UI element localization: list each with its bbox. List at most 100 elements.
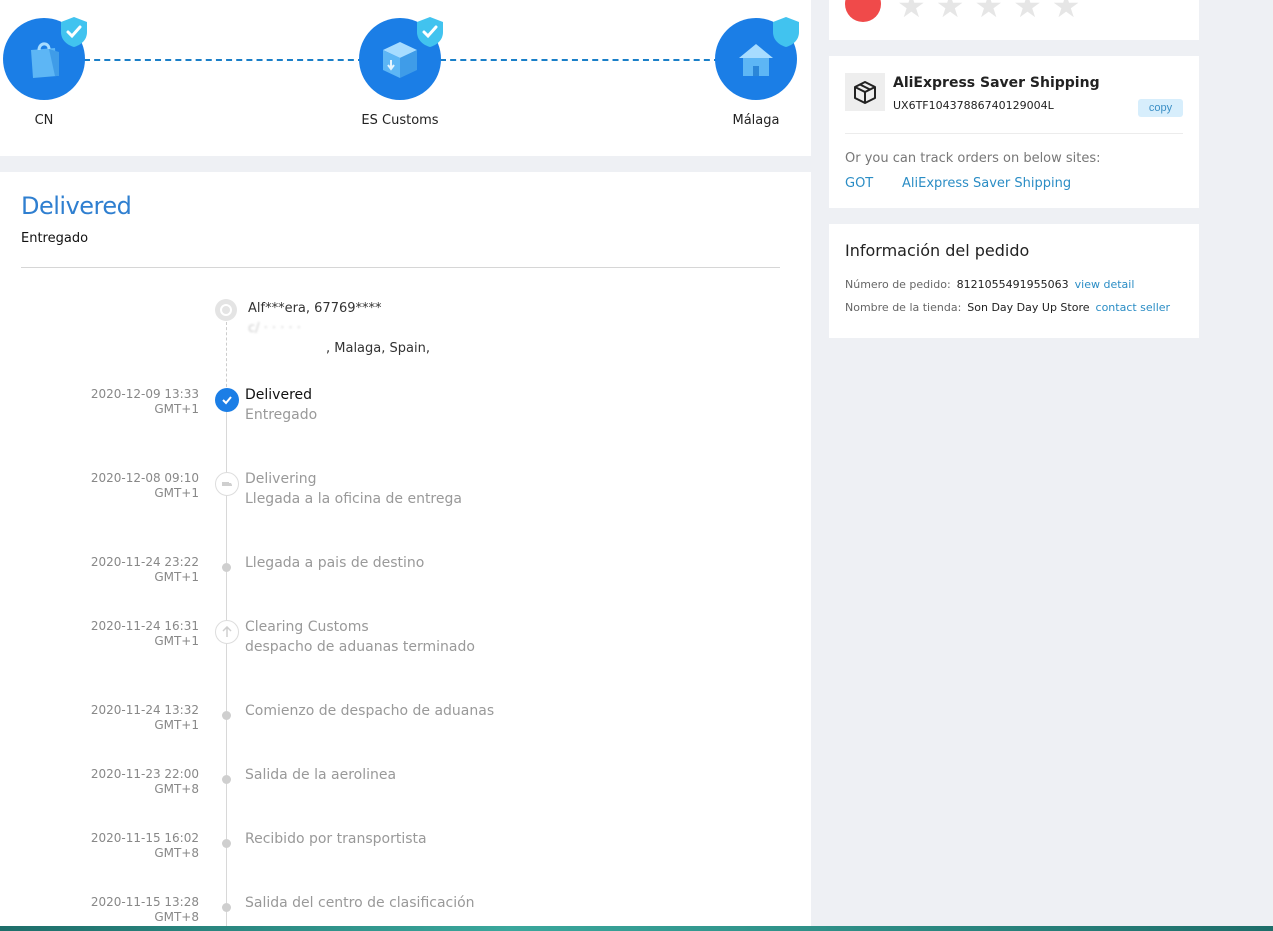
event-date: 2020-12-08 09:10 [90,471,199,485]
tracking-number: UX6TF10437886740129004L [893,99,1054,112]
event-date: 2020-11-23 22:00 [90,767,199,781]
timeline-dot [222,839,231,848]
divider [845,133,1183,134]
star-rating[interactable]: ★ ★ ★ ★ ★ [897,0,1081,22]
event-time: 2020-11-15 13:28 GMT+8 [91,895,199,925]
event-status: Comienzo de despacho de aduanas [245,703,495,719]
delivery-address: Alf***era, 67769**** c/ · · · · · , Mala… [248,299,430,359]
event-date: 2020-11-15 16:02 [90,831,199,845]
stage-origin: CN [0,17,114,128]
store-name: Son Day Day Up Store [967,301,1090,314]
shield-check-icon [61,17,87,47]
event-date: 2020-12-09 13:33 [90,387,199,401]
store-label: Nombre de la tienda: [845,301,962,314]
copy-button[interactable]: copy [1138,99,1183,117]
event-description: Recibido por transportista [245,829,427,849]
track-sites-note: Or you can track orders on below sites: [845,151,1101,166]
event-detail: Llegada a la oficina de entrega [245,491,462,507]
event-date: 2020-11-24 16:31 [90,619,199,633]
event-status: Recibido por transportista [245,831,427,847]
order-info-card: Información del pedido Número de pedido:… [829,224,1199,338]
tracking-timeline: Delivered Entregado Alf***era, 67769****… [0,172,811,931]
star-icon[interactable]: ★ [1013,0,1042,22]
shipment-stages: CN ES Customs Málaga [0,0,811,156]
event-timezone: GMT+1 [154,402,199,416]
location-pin-icon [215,299,237,321]
event-status: Salida de la aerolinea [245,767,397,783]
event-timezone: GMT+1 [154,570,199,584]
timeline-event: 2020-12-09 13:33 GMT+1 Delivered Entrega… [0,385,811,435]
timeline-event: 2020-11-23 22:00 GMT+8 Salida de la aero… [0,765,811,815]
timeline-event: 2020-11-24 16:31 GMT+1 Clearing Customs … [0,617,811,667]
order-number-row: Número de pedido: 8121055491955063 view de… [845,278,1134,291]
event-description: Delivering Llegada a la oficina de entre… [245,469,462,509]
stage-label: Málaga [732,113,780,128]
timeline-dot [222,563,231,572]
timeline-event: 2020-11-24 13:32 GMT+1 Comienzo de despa… [0,701,811,751]
event-time: 2020-11-24 16:31 GMT+1 [91,619,199,649]
address-line: c/ · · · · · [248,321,301,336]
event-description: Clearing Customs despacho de aduanas ter… [245,617,475,657]
order-info-title: Información del pedido [845,241,1030,260]
star-icon[interactable]: ★ [897,0,926,22]
event-description: Salida del centro de clasificación [245,893,475,913]
bottom-strip [0,926,1273,931]
star-icon[interactable]: ★ [974,0,1003,22]
store-row: Nombre de la tienda: Son Day Day Up Store… [845,301,1170,314]
event-description: Delivered Entregado [245,385,317,425]
event-date: 2020-11-24 13:32 [90,703,199,717]
event-status: Clearing Customs [245,619,369,635]
event-date: 2020-11-24 23:22 [90,555,199,569]
timeline-event: 2020-11-24 23:22 GMT+1 Llegada a pais de… [0,553,811,603]
check-icon [215,388,239,412]
timeline-event: 2020-12-08 09:10 GMT+1 Delivering Llegad… [0,469,811,519]
stage-circle [3,17,87,100]
timeline-dot [222,711,231,720]
address-line: Alf***era, 67769**** [248,301,382,316]
event-time: 2020-11-23 22:00 GMT+8 [91,767,199,797]
event-detail: despacho de aduanas terminado [245,639,475,655]
event-status: Llegada a pais de destino [245,555,425,571]
event-description: Comienzo de despacho de aduanas [245,701,494,721]
event-time: 2020-12-09 13:33 GMT+1 [91,387,199,417]
view-detail-link[interactable]: view detail [1075,278,1135,291]
stage-label: ES Customs [361,113,439,128]
order-number-label: Número de pedido: [845,278,951,291]
timeline-dot [222,903,231,912]
event-timezone: GMT+8 [154,910,199,924]
event-timezone: GMT+1 [154,634,199,648]
track-link-aliexpress[interactable]: AliExpress Saver Shipping [902,176,1071,191]
shipping-card: AliExpress Saver Shipping UX6TF104378867… [829,56,1199,208]
event-description: Llegada a pais de destino [245,553,424,573]
track-link-got[interactable]: GOT [845,176,873,191]
stage-connector [440,59,720,61]
stage-label: CN [34,113,54,128]
event-time: 2020-11-24 23:22 GMT+1 [91,555,199,585]
stage-circle [715,17,799,100]
timeline-dot [222,775,231,784]
rating-card: ★ ★ ★ ★ ★ [829,0,1199,40]
event-time: 2020-12-08 09:10 GMT+1 [91,471,199,501]
star-icon[interactable]: ★ [1052,0,1081,22]
event-timezone: GMT+8 [154,846,199,860]
event-date: 2020-11-15 13:28 [90,895,199,909]
event-status: Delivering [245,471,317,487]
divider [21,267,780,268]
shield-check-icon [417,17,443,47]
star-icon[interactable]: ★ [936,0,965,22]
event-description: Salida de la aerolinea [245,765,396,785]
stage-connector [84,59,364,61]
customs-icon [215,620,239,644]
event-timezone: GMT+1 [154,486,199,500]
stage-circle [359,17,443,100]
contact-seller-link[interactable]: contact seller [1096,301,1171,314]
event-detail: Entregado [245,407,318,423]
package-icon [845,73,885,111]
timeline-event: 2020-11-15 16:02 GMT+8 Recibido por tran… [0,829,811,879]
event-timezone: GMT+1 [154,718,199,732]
status-title: Delivered [21,192,132,220]
timeline-connector [226,322,227,392]
event-status: Salida del centro de clasificación [245,895,475,911]
order-number: 8121055491955063 [956,278,1069,291]
stage-customs: ES Customs [330,17,470,128]
